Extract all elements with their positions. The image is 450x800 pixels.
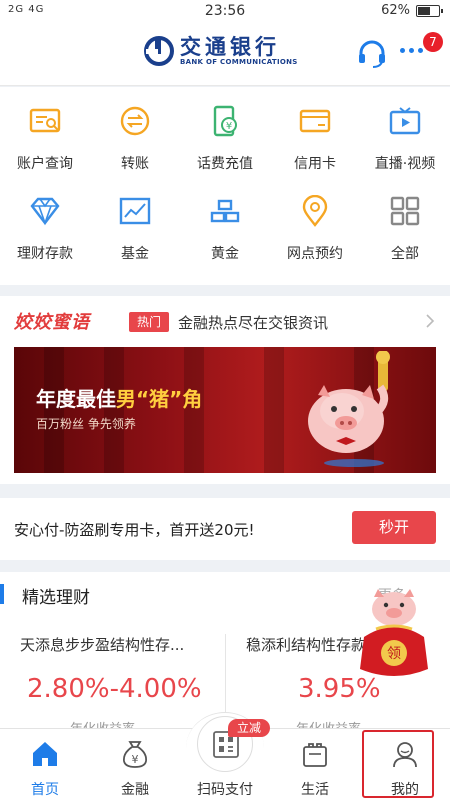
service-label: 理财存款 <box>17 246 73 262</box>
service-label: 信用卡 <box>294 156 336 172</box>
status-bar: 2G 4G 23:56 62% <box>0 0 450 24</box>
battery-icon <box>416 4 443 17</box>
service-wealth-deposit[interactable]: 理财存款 <box>0 177 90 262</box>
service-all[interactable]: 全部 <box>360 177 450 262</box>
service-grid: 账户查询 转账 ¥ 话费充值 信用卡 直播·视频 理财存款 基金 黄金 网点预约… <box>0 87 450 285</box>
service-credit-card[interactable]: 信用卡 <box>270 87 360 172</box>
divider <box>225 634 226 724</box>
service-label: 黄金 <box>211 246 239 262</box>
bank-logo-icon <box>144 36 174 66</box>
lucky-bag-mascot[interactable]: 领 <box>352 583 436 683</box>
promo-row: 安心付-防盗刷专用卡，首开送20元! 秒开 <box>0 498 450 560</box>
wealth-deposit-icon <box>30 197 60 226</box>
service-live-video[interactable]: 直播·视频 <box>360 87 450 172</box>
promo-open-button[interactable]: 秒开 <box>352 511 436 544</box>
banner-title-highlight: 男“猪”角 <box>116 387 203 411</box>
svg-text:¥: ¥ <box>132 753 139 766</box>
app-header: 交通银行 BANK OF COMMUNICATIONS 7 <box>0 24 450 86</box>
transfer-icon <box>120 106 150 136</box>
notification-badge: 7 <box>423 32 443 52</box>
tab-label: 首页 <box>31 782 59 798</box>
phone-recharge-icon: ¥ <box>213 105 237 137</box>
chevron-right-icon[interactable] <box>425 314 435 328</box>
money-bag-icon: ¥ <box>123 741 147 768</box>
news-section: 姣姣蜜语 热门 金融热点尽在交银资讯 年度最佳男“猪”角 百万粉丝 争先领养 <box>0 296 450 484</box>
gold-icon <box>210 199 240 223</box>
service-fund[interactable]: 基金 <box>90 177 180 262</box>
svg-text:¥: ¥ <box>226 121 232 132</box>
news-headline[interactable]: 金融热点尽在交银资讯 <box>178 312 328 333</box>
promo-banner[interactable]: 年度最佳男“猪”角 百万粉丝 争先领养 <box>14 347 436 473</box>
hot-tag: 热门 <box>129 312 169 332</box>
home-icon <box>33 742 57 766</box>
service-label: 转账 <box>121 156 149 172</box>
service-label: 基金 <box>121 246 149 262</box>
logo-name-cn: 交通银行 <box>180 34 280 59</box>
mascot-label: 领 <box>387 646 401 662</box>
account-query-icon <box>29 108 61 133</box>
service-label: 直播·视频 <box>374 156 436 172</box>
service-label: 账户查询 <box>17 156 73 172</box>
tab-home[interactable]: 首页 <box>0 729 90 800</box>
product-rate: 2.80%-4.00% <box>27 674 202 704</box>
promo-text[interactable]: 安心付-防盗刷专用卡，首开送20元! <box>14 519 255 540</box>
section-accent-bar <box>0 584 4 604</box>
bank-logo: 交通银行 BANK OF COMMUNICATIONS <box>144 36 298 66</box>
scan-discount-badge: 立减 <box>228 719 270 737</box>
banner-title: 年度最佳男“猪”角 <box>36 383 202 412</box>
service-label: 全部 <box>391 246 419 262</box>
branch-booking-icon <box>302 195 328 227</box>
life-icon <box>303 743 327 767</box>
logo-text: 交通银行 BANK OF COMMUNICATIONS <box>180 34 298 67</box>
credit-card-icon <box>299 109 331 133</box>
pig-trophy-illustration <box>308 351 390 467</box>
live-video-icon <box>389 107 421 135</box>
service-transfer[interactable]: 转账 <box>90 87 180 172</box>
tab-mine-highlight <box>362 730 434 798</box>
tab-label: 扫码支付 <box>197 782 253 798</box>
tab-label: 金融 <box>121 782 149 798</box>
service-branch-booking[interactable]: 网点预约 <box>270 177 360 262</box>
banner-subtitle: 百万粉丝 争先领养 <box>36 417 136 431</box>
battery-percent: 62% <box>381 3 410 18</box>
service-label: 网点预约 <box>287 246 343 262</box>
battery-fill <box>418 6 430 15</box>
service-label: 话费充值 <box>197 156 253 172</box>
fund-icon <box>119 197 151 225</box>
tab-life[interactable]: 生活 <box>270 729 360 800</box>
service-account-query[interactable]: 账户查询 <box>0 87 90 172</box>
all-icon <box>390 196 420 226</box>
finance-title: 精选理财 <box>22 588 90 608</box>
service-gold[interactable]: 黄金 <box>180 177 270 262</box>
product-name[interactable]: 稳添利结构性存款 <box>246 634 366 655</box>
product-name[interactable]: 天添息步步盈结构性存... <box>20 634 184 655</box>
tab-label: 生活 <box>301 782 329 798</box>
service-phone-recharge[interactable]: ¥ 话费充值 <box>180 87 270 172</box>
news-brand: 姣姣蜜语 <box>14 312 90 333</box>
more-icon[interactable] <box>400 48 423 53</box>
headset-icon[interactable] <box>356 38 388 70</box>
logo-name-en: BANK OF COMMUNICATIONS <box>180 58 298 66</box>
banner-title-prefix: 年度最佳 <box>36 387 116 411</box>
tab-finance[interactable]: ¥ 金融 <box>90 729 180 800</box>
battery-area: 62% <box>381 3 443 18</box>
